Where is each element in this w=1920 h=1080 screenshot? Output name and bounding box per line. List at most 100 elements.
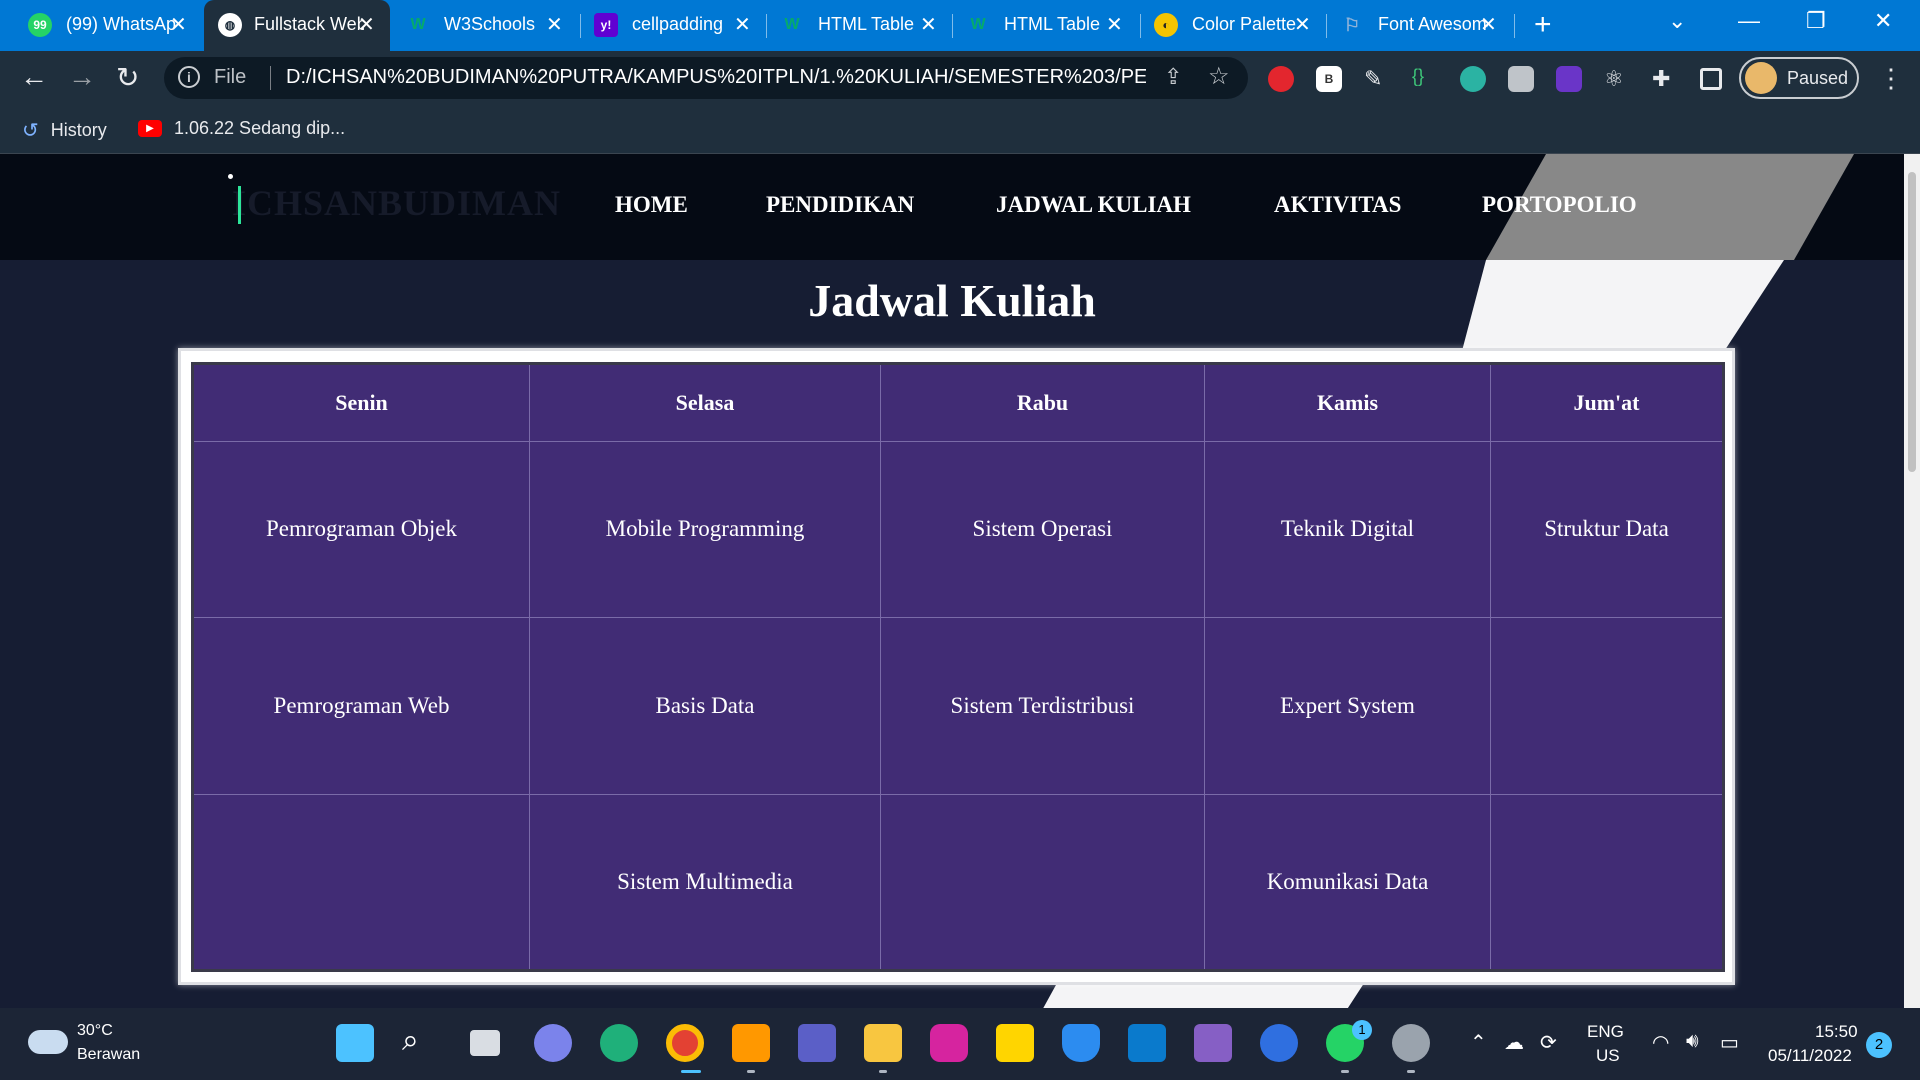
tab-color-palette[interactable]: ◐ Color Palette ✕ — [1140, 0, 1326, 51]
instagram-icon[interactable] — [930, 1024, 968, 1062]
close-icon[interactable]: ✕ — [734, 12, 751, 37]
visual-studio-icon[interactable] — [1194, 1024, 1232, 1062]
adblock-extension-icon[interactable] — [1268, 66, 1294, 92]
taskbar: 30°C Berawan ⌕ 1 ⌃ ☁ ⟳ ENG US ◠ 🔊︎ ▭ 15:… — [0, 1008, 1920, 1080]
yahoo-icon: y! — [594, 13, 618, 37]
more-menu-icon[interactable]: ⋮ — [1878, 63, 1904, 94]
tab-title: Color Palette — [1192, 14, 1297, 34]
search-icon[interactable]: ⌕ — [402, 1024, 440, 1062]
scrollbar-thumb[interactable] — [1908, 172, 1916, 472]
weather-status[interactable]: Berawan — [77, 1046, 140, 1064]
page-scrollbar[interactable] — [1904, 154, 1920, 1008]
b-extension-icon[interactable]: B — [1316, 66, 1342, 92]
chrome-icon[interactable] — [666, 1024, 704, 1062]
close-icon[interactable]: ✕ — [358, 12, 375, 37]
volume-icon[interactable]: 🔊︎ — [1686, 1030, 1699, 1053]
clock-date[interactable]: 05/11/2022 — [1768, 1046, 1852, 1066]
tab-w3schools[interactable]: W W3Schools ✕ — [392, 0, 578, 51]
bookmark-star-icon[interactable]: ☆ — [1208, 62, 1230, 91]
settings-icon[interactable] — [1392, 1024, 1430, 1062]
back-icon[interactable]: ← — [20, 61, 48, 93]
tab-whatsapp[interactable]: 99 (99) WhatsApp ✕ — [0, 0, 196, 51]
notification-badge[interactable]: 2 — [1866, 1032, 1892, 1058]
window-close-icon[interactable]: ✕ — [1874, 8, 1892, 34]
sync-icon[interactable]: ⟳ — [1540, 1030, 1557, 1055]
pen-extension-icon[interactable]: ✎ — [1364, 66, 1390, 92]
forward-icon[interactable]: → — [68, 61, 96, 93]
tab-font-awesome[interactable]: ⚐ Font Awesome ✕ — [1326, 0, 1512, 51]
code-extension-icon[interactable]: {} — [1412, 66, 1438, 92]
windows-start-icon[interactable] — [336, 1024, 374, 1062]
chat-icon[interactable] — [534, 1024, 572, 1062]
share-icon[interactable]: ⇪ — [1164, 64, 1182, 90]
page-title: Jadwal Kuliah — [808, 275, 1096, 326]
cloud-icon[interactable] — [28, 1030, 68, 1054]
new-tab-button[interactable]: + — [1534, 8, 1552, 42]
omnibox-divider — [270, 66, 271, 90]
task-view-icon[interactable] — [470, 1030, 500, 1056]
tab-title: (99) WhatsApp — [66, 14, 176, 34]
bookmark-history[interactable]: ↺ History — [22, 118, 107, 143]
tab-strip: 99 (99) WhatsApp ✕ ◍ Fullstack Web ✕ W W… — [0, 0, 1920, 51]
browser-toolbar: ← → ↻ i File D:/ICHSAN%20BUDIMAN%20PUTRA… — [0, 51, 1920, 106]
weather-temperature[interactable]: 30°C — [77, 1022, 113, 1040]
region-label[interactable]: US — [1596, 1046, 1620, 1066]
minimize-icon[interactable]: — — [1738, 8, 1760, 34]
extensions-puzzle-icon[interactable]: ✚ — [1652, 66, 1678, 92]
grey-extension-icon[interactable] — [1508, 66, 1534, 92]
teams-icon[interactable] — [798, 1024, 836, 1062]
teal-extension-icon[interactable] — [1460, 66, 1486, 92]
clock-time[interactable]: 15:50 — [1815, 1022, 1858, 1042]
purple-extension-icon[interactable] — [1556, 66, 1582, 92]
tab-fullstack[interactable]: ◍ Fullstack Web ✕ — [204, 0, 390, 51]
close-icon[interactable]: ✕ — [1294, 12, 1311, 37]
close-icon[interactable]: ✕ — [1106, 12, 1123, 37]
react-extension-icon[interactable]: ⚛ — [1604, 66, 1630, 92]
history-icon: ↺ — [22, 120, 39, 142]
nav-portopolio[interactable]: PORTOPOLIO — [1482, 192, 1637, 218]
nav-home[interactable]: HOME — [615, 192, 688, 218]
address-bar[interactable]: i File D:/ICHSAN%20BUDIMAN%20PUTRA/KAMPU… — [164, 57, 1248, 99]
tab-title: Fullstack Web — [254, 14, 364, 34]
edge-icon[interactable] — [600, 1024, 638, 1062]
nav-jadwal-kuliah[interactable]: JADWAL KULIAH — [996, 192, 1191, 218]
table-cell — [880, 793, 1205, 971]
site-logo[interactable]: ICHSANBUDIMAN — [232, 182, 561, 224]
bookmark-youtube[interactable]: ▶ 1.06.22 Sedang dip... — [138, 118, 345, 139]
table-cell: Struktur Data — [1490, 440, 1724, 619]
tab-html-table-2[interactable]: W HTML Table ✕ — [952, 0, 1138, 51]
firefox-icon[interactable] — [1260, 1024, 1298, 1062]
reload-icon[interactable]: ↻ — [116, 61, 139, 94]
running-indicator — [747, 1070, 755, 1073]
sidebar-panel-icon[interactable] — [1700, 68, 1722, 90]
battery-icon[interactable]: ▭ — [1720, 1030, 1739, 1055]
schedule-table: Senin Selasa Rabu Kamis Jum'at Pemrogram… — [191, 362, 1725, 972]
vscode-icon[interactable] — [1128, 1024, 1166, 1062]
nav-aktivitas[interactable]: AKTIVITAS — [1274, 192, 1401, 218]
restore-icon[interactable]: ❐ — [1806, 8, 1826, 34]
info-icon[interactable]: i — [178, 66, 200, 88]
language-label[interactable]: ENG — [1587, 1022, 1624, 1042]
tab-title: Font Awesome — [1378, 14, 1488, 34]
sublime-icon[interactable] — [732, 1024, 770, 1062]
whatsapp-icon: 99 — [28, 13, 52, 37]
wifi-icon[interactable]: ◠ — [1652, 1030, 1669, 1055]
close-icon[interactable]: ✕ — [920, 12, 937, 37]
url-text[interactable]: D:/ICHSAN%20BUDIMAN%20PUTRA/KAMPUS%20ITP… — [286, 66, 1146, 89]
onedrive-icon[interactable]: ☁ — [1504, 1030, 1524, 1055]
close-icon[interactable]: ✕ — [546, 12, 563, 37]
table-cell: Teknik Digital — [1204, 440, 1491, 619]
close-icon[interactable]: ✕ — [1480, 12, 1497, 37]
close-icon[interactable]: ✕ — [170, 12, 187, 37]
header-cell: Selasa — [529, 363, 881, 442]
table-cell: Sistem Operasi — [880, 440, 1205, 619]
tab-html-table-1[interactable]: W HTML Table ✕ — [766, 0, 952, 51]
shield-icon[interactable] — [1062, 1024, 1100, 1062]
tab-cellpadding[interactable]: y! cellpadding ✕ — [580, 0, 766, 51]
file-explorer-icon[interactable] — [864, 1024, 902, 1062]
profile-button[interactable]: Paused — [1739, 57, 1859, 99]
sticky-notes-icon[interactable] — [996, 1024, 1034, 1062]
tab-search-icon[interactable]: ⌄ — [1668, 8, 1686, 34]
chevron-up-icon[interactable]: ⌃ — [1470, 1030, 1487, 1055]
nav-pendidikan[interactable]: PENDIDIKAN — [766, 192, 914, 218]
